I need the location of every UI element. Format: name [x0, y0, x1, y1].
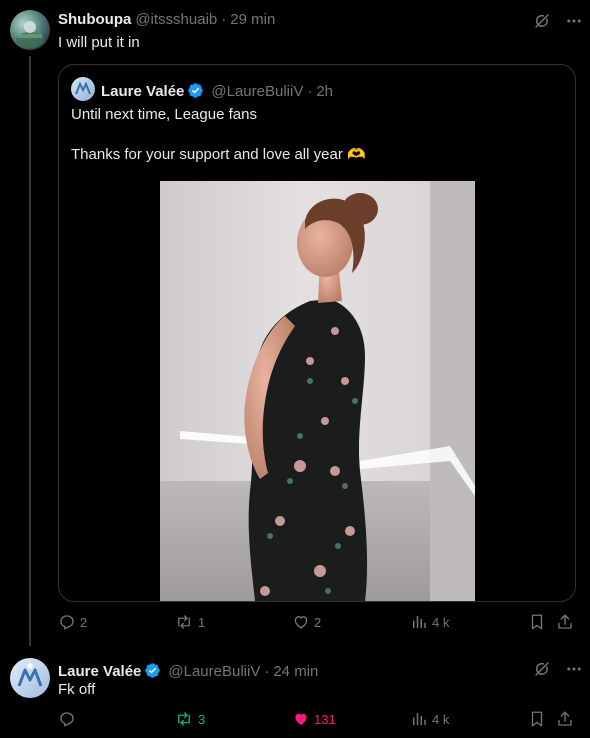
like-button[interactable]: 2 — [292, 613, 321, 631]
separator-dot: · — [221, 11, 227, 28]
repost-icon — [174, 710, 194, 728]
bookmark-icon — [528, 710, 546, 728]
heart-icon — [292, 710, 310, 728]
quoted-author-name[interactable]: Laure Valée — [101, 83, 184, 100]
repost-button[interactable]: 1 — [174, 613, 205, 631]
reply-icon — [58, 613, 76, 631]
reply1-text: I will put it in — [58, 34, 140, 51]
quoted-text-line2: Thanks for your support and love all yea… — [71, 146, 366, 163]
reply1-header: Shuboupa @itssshuaib · 29 min — [58, 11, 275, 28]
bookmark-icon — [528, 613, 546, 631]
grok-icon[interactable] — [533, 12, 551, 30]
reply-button[interactable] — [58, 710, 80, 728]
reply2-top-icons — [533, 660, 583, 678]
post-time[interactable]: 24 min — [273, 663, 318, 680]
avatar-laure[interactable] — [10, 658, 50, 698]
more-icon[interactable] — [565, 660, 583, 678]
views-button[interactable]: 4 k — [410, 710, 449, 728]
author-handle[interactable]: @LaureBuliiV — [168, 663, 260, 680]
like-button[interactable]: 131 — [292, 710, 336, 728]
repost-icon — [174, 613, 194, 631]
reply1-actions: 2 1 2 4 k — [58, 613, 578, 637]
share-button[interactable] — [556, 710, 574, 728]
author-handle[interactable]: @itssshuaib — [135, 11, 217, 28]
heart-icon — [292, 613, 310, 631]
avatar-shuboupa[interactable] — [10, 10, 50, 50]
separator-dot: · — [264, 663, 270, 680]
quoted-author-handle[interactable]: @LaureBuliiV — [211, 83, 303, 100]
separator-dot: · — [307, 83, 313, 100]
avatar-laure-quoted[interactable] — [71, 77, 95, 101]
repost-count: 3 — [198, 711, 206, 727]
share-button[interactable] — [556, 613, 574, 631]
reply-count: 2 — [80, 614, 88, 630]
like-count: 131 — [314, 711, 336, 727]
reply2-text: Fk off — [58, 681, 96, 698]
bookmark-button[interactable] — [528, 613, 546, 631]
reply2-actions: 3 131 4 k — [58, 710, 578, 734]
views-icon — [410, 613, 428, 631]
quoted-photo[interactable] — [160, 181, 475, 601]
share-icon — [556, 710, 574, 728]
quoted-text-line1: Until next time, League fans — [71, 106, 257, 123]
reply1-top-icons — [533, 12, 583, 30]
verified-badge-icon — [144, 662, 161, 679]
quoted-post-time[interactable]: 2h — [316, 83, 333, 100]
repost-button[interactable]: 3 — [174, 710, 205, 728]
thread-line — [29, 56, 31, 646]
author-name[interactable]: Laure Valée — [58, 663, 141, 680]
author-name[interactable]: Shuboupa — [58, 11, 131, 28]
views-count: 4 k — [432, 614, 450, 630]
bookmark-button[interactable] — [528, 710, 546, 728]
views-icon — [410, 710, 428, 728]
grok-icon[interactable] — [533, 660, 551, 678]
verified-badge-icon — [187, 82, 204, 99]
more-icon[interactable] — [565, 12, 583, 30]
post-time[interactable]: 29 min — [230, 11, 275, 28]
reply-button[interactable]: 2 — [58, 613, 87, 631]
reply-icon — [58, 710, 76, 728]
like-count: 2 — [314, 614, 322, 630]
share-icon — [556, 613, 574, 631]
views-count: 4 k — [432, 711, 450, 727]
repost-count: 1 — [198, 614, 206, 630]
quoted-tweet[interactable]: Laure Valée @LaureBuliiV · 2h Until next… — [58, 64, 576, 602]
views-button[interactable]: 4 k — [410, 613, 449, 631]
reply2-header: Laure Valée @LaureBuliiV · 24 min — [58, 659, 318, 680]
reply-tweet-shuboupa[interactable]: Shuboupa @itssshuaib · 29 min I will put… — [0, 0, 590, 648]
quoted-header: Laure Valée @LaureBuliiV · 2h — [101, 79, 333, 100]
reply-tweet-laure[interactable]: Laure Valée @LaureBuliiV · 24 min Fk off — [0, 648, 590, 738]
